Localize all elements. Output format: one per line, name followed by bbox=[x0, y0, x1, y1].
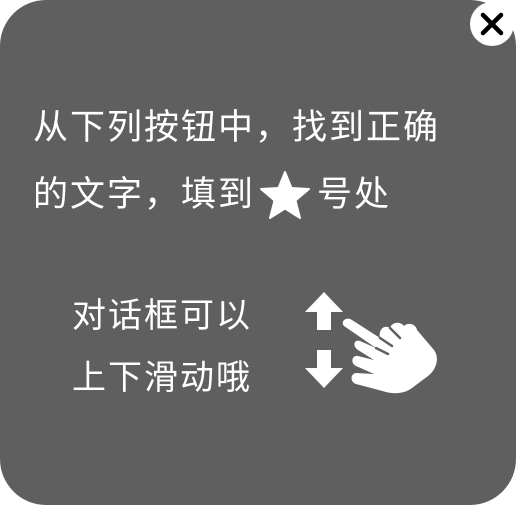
hint-line-2: 上下滑动哦 bbox=[72, 358, 252, 398]
instruction-line-2: 的文字，填到 号处 bbox=[33, 170, 391, 220]
instruction-line-1: 从下列按钮中，找到正确 bbox=[33, 108, 441, 148]
close-button[interactable] bbox=[470, 2, 514, 46]
star-icon bbox=[260, 171, 311, 219]
close-icon bbox=[480, 12, 504, 36]
instruction-line-2-after: 号处 bbox=[317, 175, 392, 215]
instruction-line-2-before: 的文字，填到 bbox=[33, 175, 256, 215]
tutorial-dialog: 从下列按钮中，找到正确 的文字，填到 号处 对话框可以 上下滑动哦 bbox=[0, 0, 516, 505]
scroll-up-down-hand-icon bbox=[305, 292, 437, 394]
hint-line-1: 对话框可以 bbox=[72, 296, 252, 336]
